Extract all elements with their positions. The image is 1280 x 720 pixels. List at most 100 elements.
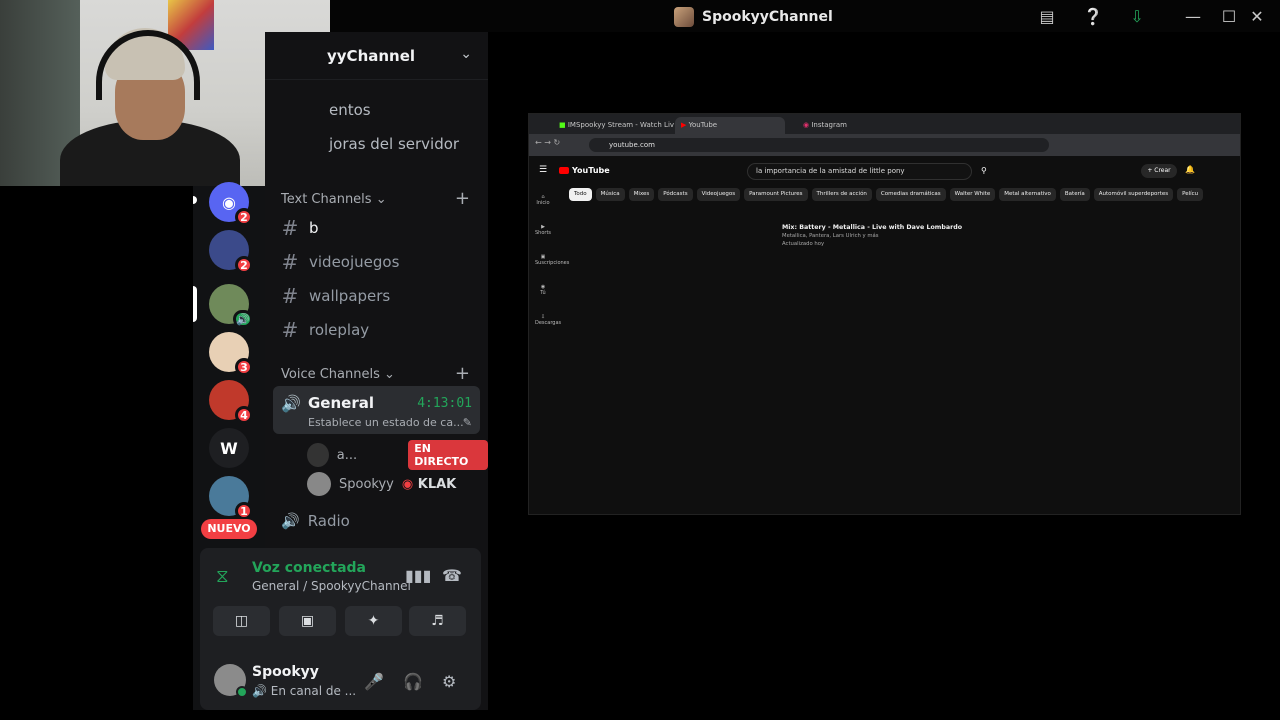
chevron-down-icon: ⌄ [375,192,387,207]
chip[interactable]: Pódcasts [658,188,693,201]
browser-tab[interactable]: ■ IMSpookyy Stream - Watch Liv [553,117,680,134]
events-item[interactable]: entos [329,101,371,119]
chip[interactable]: Paramount Pictures [744,188,808,201]
chip[interactable]: Pelícu [1177,188,1204,201]
guild-cute[interactable]: 3 [209,332,253,376]
screen-share-icon[interactable]: ▣ [279,606,336,636]
channel-wallpapers[interactable]: # wallpapers [281,281,391,311]
chip[interactable]: Automóvil superdeportes [1093,188,1174,201]
guild-w[interactable]: W [209,428,249,468]
add-channel-icon[interactable]: + [455,363,470,384]
guild-anime[interactable]: 🔊 [209,284,253,328]
channel-videojuegos[interactable]: # videojuegos [281,247,400,277]
video-meta: Actualizado hoy [782,241,825,247]
live-badge: EN DIRECTO [408,440,488,470]
text-channels-header[interactable]: Text Channels ⌄ [281,192,387,207]
instagram-icon: ◉ [803,121,810,129]
channel-b[interactable]: # b [281,213,319,243]
channel-roleplay[interactable]: # roleplay [281,315,370,345]
home-icon[interactable]: ⌂ Inicio [535,194,551,206]
guild-red[interactable]: 4 [209,380,253,424]
avatar [307,472,331,496]
server-header[interactable]: yyChannel ⌄ [265,32,488,80]
server-boost-item[interactable]: joras del servidor [329,135,459,153]
subscriptions-icon[interactable]: ▣ Suscripciones [535,254,569,266]
add-channel-icon[interactable]: + [455,188,470,209]
headphones-icon[interactable]: 🎧 [403,672,423,691]
guild-gaming[interactable]: 2 [209,230,253,274]
inbox-icon[interactable]: ▤ [1036,6,1058,28]
window-title: SpookyyChannel [674,7,833,27]
user-status: 🔊 En canal de ... [252,684,356,698]
voice-channels-header[interactable]: Voice Channels ⌄ [281,367,395,382]
user-name[interactable]: Spookyy [252,664,319,680]
download-icon[interactable]: ⇩ [1126,6,1148,28]
tab-label: Instagram [811,121,847,129]
activities-icon[interactable]: ✦ [345,606,402,636]
guild-badge: 2 [235,256,253,274]
voice-status[interactable]: Establece un estado de ca... [308,416,464,429]
guild-badge: 2 [235,208,253,226]
chip[interactable]: Videojuegos [696,188,741,201]
create-button[interactable]: + Crear [1141,164,1177,178]
camera-off-icon[interactable]: ◫ [213,606,270,636]
you-icon[interactable]: ◉ Tú [535,284,551,296]
stream-view[interactable]: ■ IMSpookyy Stream - Watch Liv ▶ YouTube… [528,113,1241,515]
help-icon[interactable]: ❔ [1082,6,1104,28]
youtube-logo[interactable]: YouTube [559,166,610,175]
chevron-down-icon: ⌄ [384,367,395,382]
voice-connected-title[interactable]: Voz conectada [252,560,366,576]
browser-tab-active[interactable]: ▶ YouTube [675,117,785,134]
search-icon[interactable]: ⚲ [981,166,987,175]
voice-connected-subtitle[interactable]: General / SpookyyChannel [252,579,411,593]
chip[interactable]: Batería [1059,188,1090,201]
guild-cartoon[interactable]: 1 [209,476,253,520]
tab-label: IMSpookyy Stream - Watch Liv [567,121,675,129]
chip[interactable]: Thrillers de acción [811,188,872,201]
close-icon[interactable]: ✕ [1246,6,1268,28]
nuevo-badge: NUEVO [201,519,257,539]
guild-badge: 3 [235,358,253,376]
minimize-icon[interactable]: — [1182,6,1204,28]
discord-icon: ◉ [222,192,236,212]
edit-icon[interactable]: ✎ [463,416,472,429]
channel-label: videojuegos [309,253,400,271]
unread-pill [193,196,197,204]
chip[interactable]: Mixes [628,188,655,201]
voice-channel-radio[interactable]: 🔊 Radio [281,512,350,530]
signal-icon: ⧖ [216,566,229,587]
gear-icon[interactable]: ⚙ [442,672,456,691]
chip[interactable]: Metal alternativo [999,188,1056,201]
voice-user[interactable]: a... EN DIRECTO [307,440,488,470]
chip[interactable]: Walter White [949,188,996,201]
soundboard-icon[interactable]: ♬ [409,606,466,636]
voice-channel-general[interactable]: 🔊 General 4:13:01 Establece un estado de… [273,386,480,434]
microphone-icon[interactable]: 🎤 [364,672,384,691]
tab-label: YouTube [688,121,718,129]
chip[interactable]: Todo [569,188,592,201]
server-name: yyChannel [327,47,416,65]
disconnect-icon[interactable]: ☎ [442,566,462,585]
side-label: Tú [540,290,546,296]
shorts-icon[interactable]: ▶ Shorts [535,224,551,236]
downloads-icon[interactable]: ⇩ Descargas [535,314,561,326]
channel-logo-icon [674,7,694,27]
hash-icon: # [281,318,299,342]
chip[interactable]: Música [595,188,625,201]
maximize-icon[interactable]: ☐ [1218,6,1240,28]
video-title[interactable]: Mix: Battery - Metallica - Live with Dav… [782,224,972,232]
browser-tab[interactable]: ◉ Instagram [797,117,853,134]
noise-suppression-icon[interactable]: ▮▮▮ [405,566,431,585]
chip[interactable]: Comedias dramáticas [875,188,946,201]
guild-discord[interactable]: ◉ 2 [209,182,253,226]
url-field[interactable]: youtube.com [589,138,1049,152]
menu-icon[interactable]: ☰ [539,165,547,175]
search-input[interactable]: la importancia de la amistad de little p… [747,163,972,180]
voice-user[interactable]: Spookyy ◉ KLAK [307,472,456,496]
bell-icon[interactable]: 🔔 [1185,165,1195,174]
voice-connection-panel: ⧖ Voz conectada General / SpookyyChannel… [200,548,481,710]
avatar [307,443,329,467]
channel-label: b [309,219,319,237]
hash-icon: # [281,250,299,274]
nav-arrows-icon[interactable]: ← → ↻ [535,138,560,147]
